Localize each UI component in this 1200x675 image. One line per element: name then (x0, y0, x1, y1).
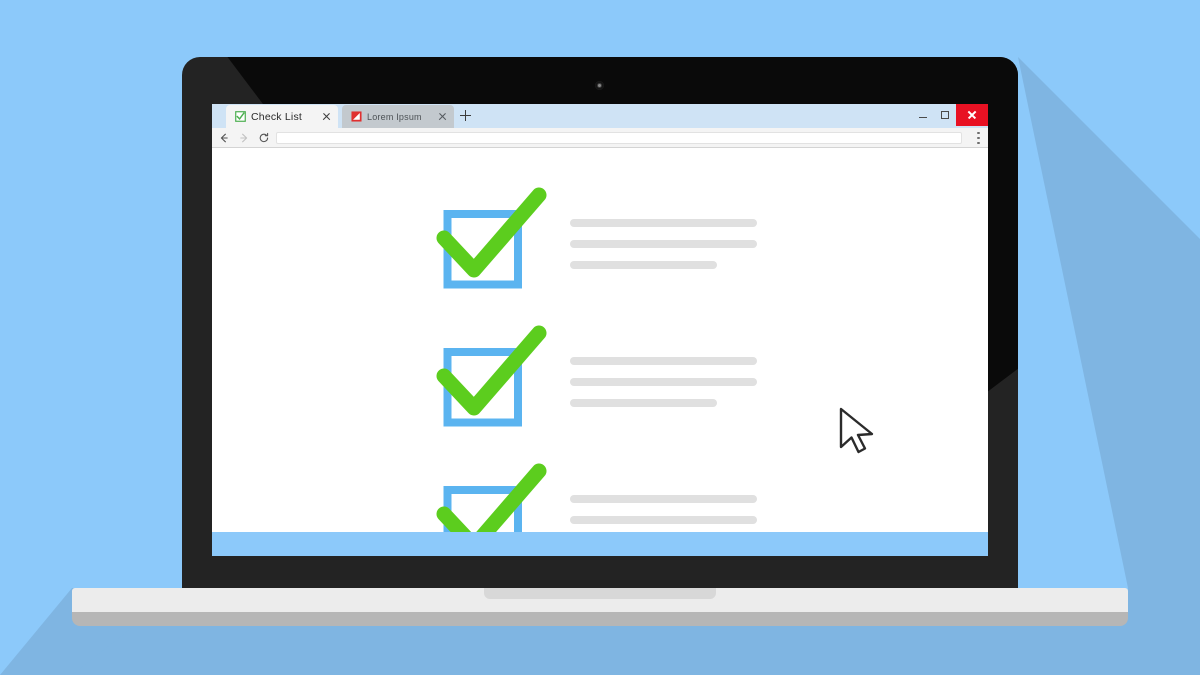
page-footer-bar (212, 532, 988, 556)
laptop-base-notch (484, 588, 716, 599)
tab-title: Lorem Ipsum (367, 111, 422, 122)
laptop-base-front (72, 612, 1128, 626)
placeholder-line (570, 357, 757, 365)
placeholder-line (570, 399, 717, 407)
checklist (436, 187, 757, 556)
minimize-button[interactable] (912, 104, 934, 126)
webcam-lens (598, 84, 601, 87)
placeholder-line (570, 495, 757, 503)
browser-toolbar (212, 128, 988, 148)
text-placeholder-lines (570, 213, 757, 269)
mouse-cursor-icon (839, 407, 874, 454)
new-tab-icon[interactable] (460, 110, 471, 121)
flag-icon (351, 111, 362, 122)
close-icon[interactable] (438, 112, 447, 121)
forward-arrow-icon (240, 133, 248, 142)
laptop-screen: Check List Lorem Ipsum (212, 104, 988, 556)
placeholder-line (570, 378, 757, 386)
tab-check-list[interactable]: Check List (226, 105, 338, 128)
close-icon[interactable] (322, 112, 331, 121)
laptop-lid-bottom (182, 556, 1018, 588)
page-content (212, 148, 988, 556)
checkbox-icon (235, 111, 246, 122)
list-item[interactable] (436, 187, 757, 292)
tab-lorem-ipsum[interactable]: Lorem Ipsum (342, 105, 454, 128)
back-arrow-icon[interactable] (218, 132, 230, 144)
checked-checkbox-icon[interactable] (436, 325, 547, 430)
checked-checkbox-icon[interactable] (436, 187, 547, 292)
close-window-button[interactable] (956, 104, 988, 126)
scene-root: Check List Lorem Ipsum (0, 0, 1200, 675)
text-placeholder-lines (570, 351, 757, 407)
placeholder-line (570, 240, 757, 248)
placeholder-line (570, 219, 757, 227)
window-controls (912, 104, 988, 126)
list-item[interactable] (436, 325, 757, 430)
menu-dots-icon[interactable] (977, 132, 980, 144)
tab-title: Check List (251, 110, 303, 123)
placeholder-line (570, 261, 717, 269)
placeholder-line (570, 516, 757, 524)
reload-icon[interactable] (258, 132, 270, 144)
maximize-button[interactable] (934, 104, 956, 126)
browser-tab-strip: Check List Lorem Ipsum (212, 104, 988, 128)
address-bar[interactable] (276, 132, 962, 144)
